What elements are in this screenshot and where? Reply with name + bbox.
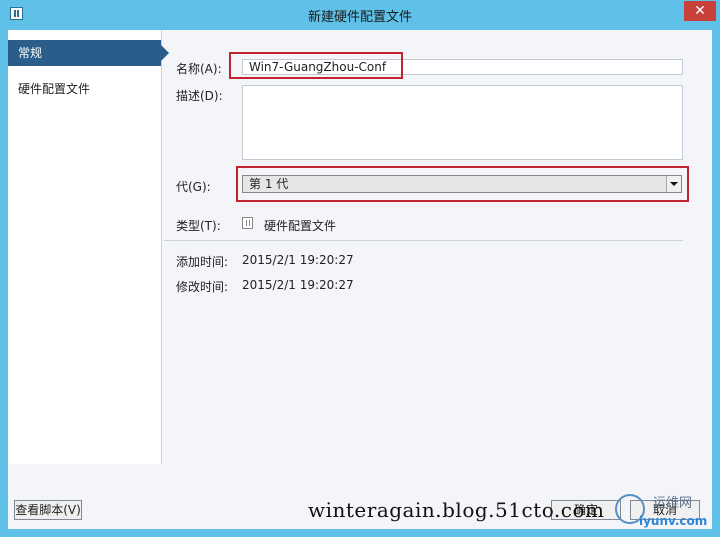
description-textarea[interactable] — [242, 85, 683, 160]
modified-time-value: 2015/2/1 19:20:27 — [242, 278, 354, 292]
dialog-body: 常规 硬件配置文件 名称(A): Win7-GuangZhou-Conf 描述(… — [8, 30, 712, 529]
logo-url-text: iyunv.com — [639, 514, 708, 528]
logo-chinese-text: 运维网 — [653, 496, 693, 511]
window-title: 新建硬件配置文件 — [307, 10, 412, 25]
sidebar: 常规 硬件配置文件 — [8, 30, 169, 464]
general-panel: 名称(A): Win7-GuangZhou-Conf 描述(D): 代(G): … — [162, 30, 712, 464]
watermark-logo: 运维网 iyunv.com — [611, 488, 715, 534]
name-highlight-box — [229, 52, 403, 79]
sidebar-item-hardware-profile[interactable]: 硬件配置文件 — [8, 76, 161, 102]
name-label: 名称(A): — [176, 62, 222, 76]
added-time-label: 添加时间: — [176, 255, 229, 269]
hardware-profile-icon — [242, 217, 253, 229]
dialog-window: 新建硬件配置文件 ✕ 常规 硬件配置文件 名称(A): Win7-GuangZh… — [0, 0, 720, 537]
divider — [164, 240, 683, 241]
description-label: 描述(D): — [176, 89, 223, 103]
type-label: 类型(T): — [176, 219, 221, 233]
generation-highlight-box — [236, 166, 689, 202]
watermark-text: winteragain.blog.51cto.com — [308, 498, 605, 522]
sidebar-item-general[interactable]: 常规 — [8, 40, 169, 66]
title-bar[interactable]: 新建硬件配置文件 ✕ — [0, 0, 720, 28]
close-button[interactable]: ✕ — [684, 1, 716, 21]
generation-label: 代(G): — [176, 180, 211, 194]
view-script-button[interactable]: 查看脚本(V) — [14, 500, 82, 520]
modified-time-label: 修改时间: — [176, 280, 229, 294]
added-time-value: 2015/2/1 19:20:27 — [242, 253, 354, 267]
type-value: 硬件配置文件 — [264, 219, 337, 233]
